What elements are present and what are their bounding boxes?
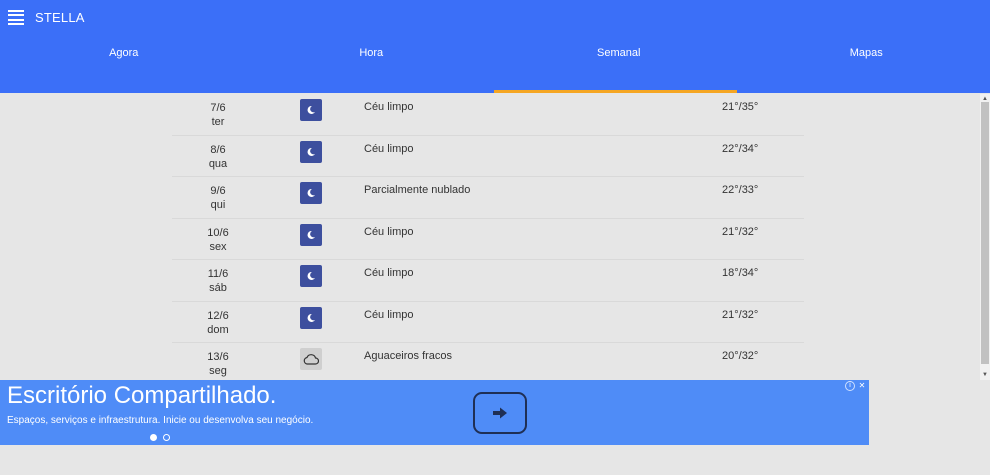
forecast-condition: Céu limpo <box>364 142 414 155</box>
weekly-forecast-list: 7/6 ter Céu limpo 21°/35° 8/6 qua Céu limp… <box>172 94 804 380</box>
menu-icon[interactable] <box>8 10 24 25</box>
ad-open-button[interactable] <box>473 392 527 434</box>
forecast-row[interactable]: 12/6 dom Céu limpo 21°/32° <box>172 302 804 343</box>
ad-subtitle: Espaços, serviços e infraestrutura. Inic… <box>7 415 314 426</box>
scroll-down-arrow-icon[interactable]: ▼ <box>980 370 990 380</box>
cloud-icon <box>300 348 322 370</box>
moon-icon <box>300 182 322 204</box>
scroll-thumb[interactable] <box>981 102 989 364</box>
forecast-temperature: 21°/32° <box>722 225 759 238</box>
forecast-condition: Céu limpo <box>364 308 414 321</box>
scrollbar[interactable]: ▲ ▼ <box>980 94 990 380</box>
app-bar: STELLA Agora Hora Semanal Mapas <box>0 0 990 93</box>
forecast-temperature: 21°/35° <box>722 101 759 113</box>
forecast-temperature: 18°/34° <box>722 267 759 279</box>
moon-icon <box>300 223 322 246</box>
forecast-row[interactable]: 9/6 qui Parcialmente nublado 22°/33° <box>172 177 804 219</box>
forecast-row[interactable]: 11/6 sáb Céu limpo 18°/34° <box>172 260 804 302</box>
forecast-row[interactable]: 10/6 sex Céu limpo 21°/32° <box>172 219 804 260</box>
moon-icon <box>300 140 322 163</box>
ad-badges: i ✕ <box>845 381 867 391</box>
ad-pagination <box>150 434 170 441</box>
moon-icon <box>300 306 322 329</box>
forecast-temperature: 20°/32° <box>722 350 759 362</box>
forecast-condition: Parcialmente nublado <box>364 184 471 196</box>
forecast-date: 13/6 seg <box>207 351 229 377</box>
moon-icon <box>300 99 322 121</box>
app-title: STELLA <box>35 10 85 25</box>
forecast-date: 9/6 qui <box>210 185 226 211</box>
active-tab-indicator <box>494 90 737 93</box>
ad-page-dot[interactable] <box>150 434 157 441</box>
ad-close-icon[interactable]: ✕ <box>857 381 867 391</box>
forecast-row[interactable]: 7/6 ter Céu limpo 21°/35° <box>172 94 804 136</box>
moon-icon <box>300 265 322 287</box>
forecast-date: 12/6 dom <box>207 309 229 336</box>
ad-title[interactable]: Escritório Compartilhado. <box>7 382 276 410</box>
tab-bar: Agora Hora Semanal Mapas <box>0 40 990 93</box>
ad-page-dot[interactable] <box>163 434 170 441</box>
forecast-condition: Céu limpo <box>364 267 414 279</box>
forecast-date: 8/6 qua <box>208 143 228 170</box>
forecast-temperature: 22°/33° <box>722 184 759 196</box>
ad-info-icon[interactable]: i <box>845 381 855 391</box>
tab-mapas[interactable]: Mapas <box>743 40 990 93</box>
ad-banner[interactable]: Escritório Compartilhado. Espaços, servi… <box>0 380 869 445</box>
forecast-date: 7/6 ter <box>210 102 226 128</box>
forecast-condition: Céu limpo <box>364 101 414 113</box>
tab-semanal[interactable]: Semanal <box>495 40 743 93</box>
forecast-date: 10/6 sex <box>207 226 229 253</box>
forecast-temperature: 21°/32° <box>722 308 759 321</box>
forecast-temperature: 22°/34° <box>722 142 759 155</box>
forecast-row[interactable]: 8/6 qua Céu limpo 22°/34° <box>172 136 804 177</box>
forecast-condition: Aguaceiros fracos <box>364 350 453 362</box>
forecast-condition: Céu limpo <box>364 225 414 238</box>
forecast-date: 11/6 sáb <box>207 268 229 294</box>
tab-agora[interactable]: Agora <box>0 40 248 93</box>
arrow-right-icon <box>493 407 507 419</box>
forecast-row[interactable]: 13/6 seg Aguaceiros fracos 20°/32° <box>172 343 804 380</box>
tab-hora[interactable]: Hora <box>248 40 496 93</box>
